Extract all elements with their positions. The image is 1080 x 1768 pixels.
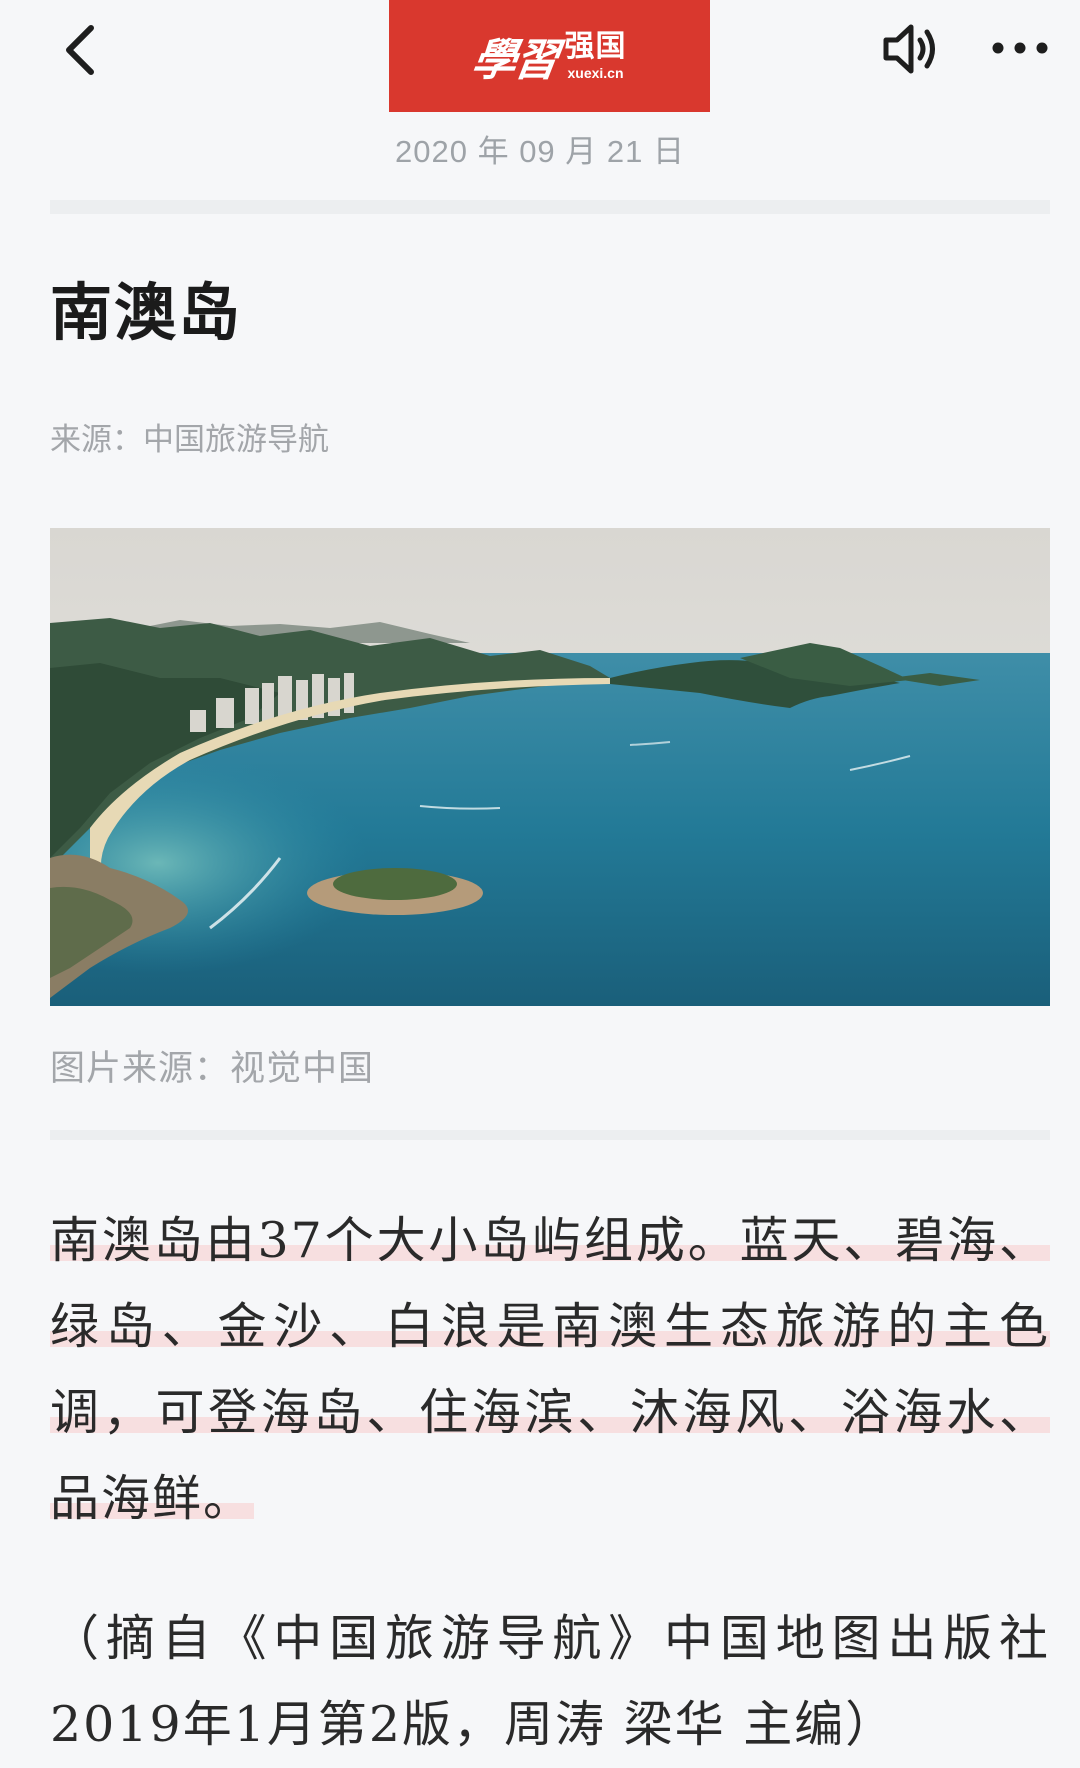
article-body: 南澳岛由37个大小岛屿组成。蓝天、碧海、绿岛、金沙、白浪是南澳生态旅游的主色调，…	[50, 1198, 1050, 1542]
logo-url: xuexi.cn	[567, 65, 624, 81]
more-dots-icon	[992, 42, 1048, 54]
more-button[interactable]	[988, 24, 1052, 72]
divider	[50, 1130, 1050, 1140]
chevron-left-icon	[66, 25, 94, 75]
publish-date: 2020 年 09 月 21 日	[395, 134, 685, 169]
read-aloud-button[interactable]	[876, 16, 944, 82]
xuexi-logo: 學習 强国 xuexi.cn	[389, 0, 710, 112]
image-caption: 图片来源：视觉中国	[50, 1049, 375, 1089]
article-title: 南澳岛	[50, 276, 243, 349]
highlighted-text: 南澳岛由37个大小岛屿组成。蓝天、碧海、绿岛、金沙、白浪是南澳生态旅游的主色调，…	[50, 1212, 1050, 1527]
logo-name: 强国	[564, 29, 627, 64]
back-button[interactable]	[50, 18, 110, 82]
divider	[50, 200, 1050, 214]
article-citation: （摘自《中国旅游导航》中国地图出版社2019年1月第2版，周涛 梁华 主编）	[50, 1610, 1050, 1753]
logo-script-text: 學習	[468, 35, 560, 86]
article-photo[interactable]	[50, 528, 1050, 1006]
coastline-photo-illustration	[50, 528, 1050, 1006]
article-source: 来源：中国旅游导航	[50, 422, 329, 458]
speaker-icon	[883, 24, 935, 74]
top-bar: 學習 强国 xuexi.cn	[0, 0, 1080, 112]
